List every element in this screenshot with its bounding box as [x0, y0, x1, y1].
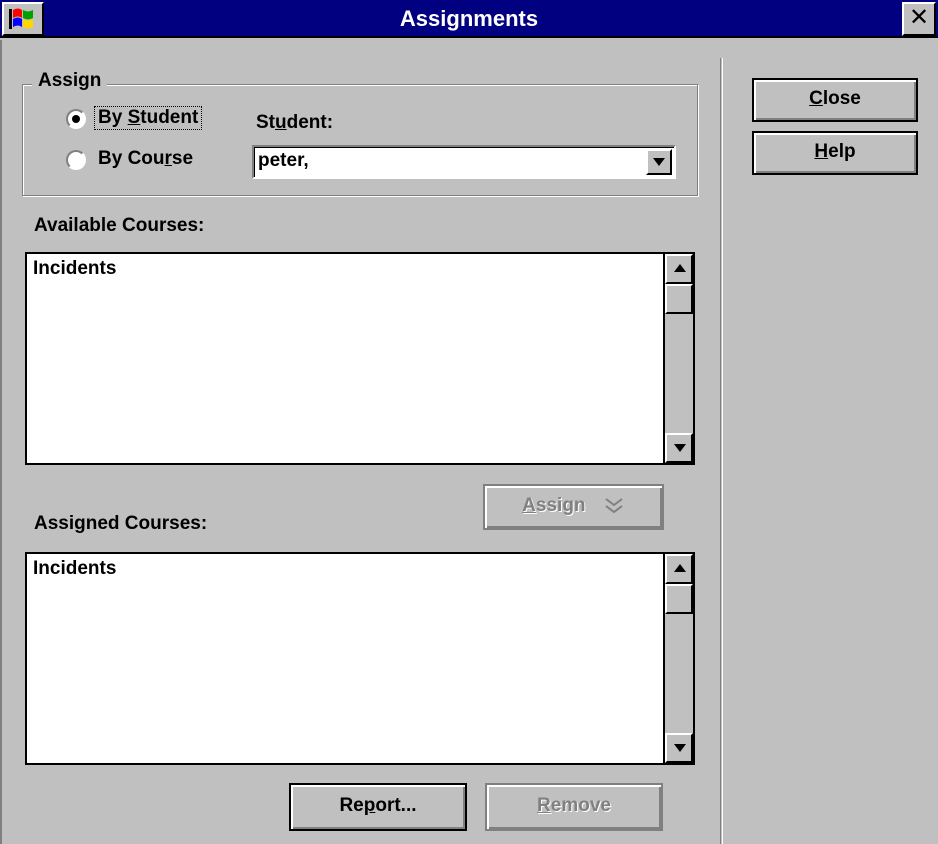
assigned-courses-label: Assigned Courses: [34, 513, 208, 534]
by-course-label: By Course [98, 148, 194, 169]
by-student-label: By Student [94, 106, 203, 130]
scroll-up-button[interactable] [665, 254, 693, 284]
available-scrollbar[interactable] [663, 254, 693, 463]
assign-groupbox [22, 84, 698, 196]
radio-unselected-icon [66, 150, 86, 170]
scroll-down-button[interactable] [665, 433, 693, 463]
dropdown-button[interactable] [646, 149, 672, 175]
close-icon[interactable]: ✕ [902, 2, 936, 36]
close-button[interactable]: Close [752, 78, 918, 122]
student-combobox[interactable]: peter, [252, 145, 676, 179]
scroll-down-button[interactable] [665, 733, 693, 763]
window-title: Assignments [399, 6, 539, 31]
double-chevron-down-icon [605, 498, 623, 514]
assigned-courses-list[interactable]: Incidents [25, 552, 695, 765]
remove-button[interactable]: Remove [485, 783, 663, 831]
report-button[interactable]: Report... [289, 783, 467, 831]
by-course-radio[interactable]: By Course [62, 145, 234, 175]
assign-button[interactable]: Assign [483, 484, 664, 530]
window-frame [0, 40, 6, 844]
chevron-down-icon [653, 158, 665, 166]
panel-divider [720, 58, 723, 844]
available-courses-label: Available Courses: [34, 215, 205, 236]
assigned-scrollbar[interactable] [663, 554, 693, 763]
radio-selected-icon [66, 109, 86, 129]
list-item[interactable]: Incidents [33, 258, 116, 280]
windows-flag-icon [6, 8, 40, 29]
arrow-down-icon [674, 444, 686, 452]
student-value: peter, [258, 150, 309, 171]
arrow-up-icon [674, 564, 686, 572]
scroll-up-button[interactable] [665, 554, 693, 584]
help-button[interactable]: Help [752, 131, 918, 175]
arrow-up-icon [674, 264, 686, 272]
list-item[interactable]: Incidents [33, 558, 116, 580]
scroll-thumb[interactable] [665, 284, 693, 314]
radio-dot [72, 115, 80, 123]
student-label: Student: [256, 112, 334, 133]
arrow-down-icon [674, 744, 686, 752]
scroll-thumb[interactable] [665, 584, 693, 614]
system-menu-button[interactable] [2, 2, 44, 36]
available-courses-list[interactable]: Incidents [25, 252, 695, 465]
assign-group-label: Assign [32, 70, 108, 92]
by-student-radio[interactable]: By Student [62, 104, 234, 134]
